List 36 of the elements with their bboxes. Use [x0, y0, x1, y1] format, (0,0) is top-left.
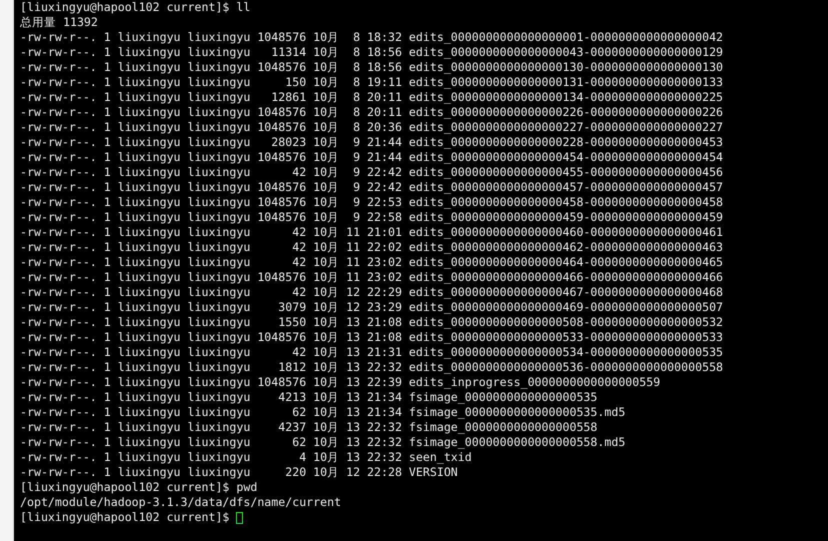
- text-cursor: [236, 512, 244, 524]
- output-line: -rw-rw-r--. 1 liuxingyu liuxingyu 1048576 10月 8 20:36 edits_0000000000000000227-0000000000000000227: [20, 120, 724, 135]
- output-line: /opt/module/hadoop-3.1.3/data/dfs/name/current: [20, 495, 342, 510]
- output-line: -rw-rw-r--. 1 liuxingyu liuxingyu 11314 10月 8 18:56 edits_0000000000000000043-0000000000000000129: [20, 45, 724, 60]
- output-line: -rw-rw-r--. 1 liuxingyu liuxingyu 150 10月 8 19:11 edits_0000000000000000131-0000000000000000133: [20, 75, 724, 90]
- output-line: -rw-rw-r--. 1 liuxingyu liuxingyu 1048576 10月 9 22:42 edits_0000000000000000457-0000000000000000457: [20, 180, 724, 195]
- output-line: -rw-rw-r--. 1 liuxingyu liuxingyu 42 10月 11 23:02 edits_0000000000000000464-0000000000000000465: [20, 255, 724, 270]
- output-line: -rw-rw-r--. 1 liuxingyu liuxingyu 1048576 10月 8 18:32 edits_0000000000000000001-0000000000000000042: [20, 30, 724, 45]
- output-line: -rw-rw-r--. 1 liuxingyu liuxingyu 1048576 10月 8 18:56 edits_0000000000000000130-0000000000000000130: [20, 60, 724, 75]
- output-line: -rw-rw-r--. 1 liuxingyu liuxingyu 42 10月 11 22:02 edits_0000000000000000462-0000000000000000463: [20, 240, 724, 255]
- output-line: -rw-rw-r--. 1 liuxingyu liuxingyu 1048576 10月 9 22:53 edits_0000000000000000458-0000000000000000458: [20, 195, 724, 210]
- output-line: -rw-rw-r--. 1 liuxingyu liuxingyu 3079 10月 12 23:29 edits_0000000000000000469-0000000000000000507: [20, 300, 724, 315]
- output-line: -rw-rw-r--. 1 liuxingyu liuxingyu 1812 10月 13 22:32 edits_0000000000000000536-0000000000000000558: [20, 360, 724, 375]
- output-line: -rw-rw-r--. 1 liuxingyu liuxingyu 62 10月 13 21:34 fsimage_0000000000000000535.md5: [20, 405, 626, 420]
- output-line: -rw-rw-r--. 1 liuxingyu liuxingyu 1048576 10月 9 22:58 edits_0000000000000000459-0000000000000000459: [20, 210, 724, 225]
- output-line: -rw-rw-r--. 1 liuxingyu liuxingyu 1048576 10月 9 21:44 edits_0000000000000000454-0000000000000000454: [20, 150, 724, 165]
- output-line: -rw-rw-r--. 1 liuxingyu liuxingyu 4213 10月 13 21:34 fsimage_0000000000000000535: [20, 390, 598, 405]
- output-line: -rw-rw-r--. 1 liuxingyu liuxingyu 1550 10月 13 21:08 edits_0000000000000000508-0000000000000000532: [20, 315, 724, 330]
- command-line: [liuxingyu@hapool102 current]$ pwd: [20, 480, 258, 495]
- output-line: -rw-rw-r--. 1 liuxingyu liuxingyu 42 10月 11 21:01 edits_0000000000000000460-0000000000000000461: [20, 225, 724, 240]
- command-line: [liuxingyu@hapool102 current]$ ll: [20, 0, 250, 15]
- output-line: -rw-rw-r--. 1 liuxingyu liuxingyu 1048576 10月 11 23:02 edits_0000000000000000466-0000000000000000466: [20, 270, 724, 285]
- output-line: -rw-rw-r--. 1 liuxingyu liuxingyu 28023 10月 9 21:44 edits_0000000000000000228-0000000000000000453: [20, 135, 724, 150]
- output-line: -rw-rw-r--. 1 liuxingyu liuxingyu 1048576 10月 13 22:39 edits_inprogress_0000000000000000559: [20, 375, 660, 390]
- output-line: -rw-rw-r--. 1 liuxingyu liuxingyu 62 10月 13 22:32 fsimage_0000000000000000558.md5: [20, 435, 626, 450]
- output-line: -rw-rw-r--. 1 liuxingyu liuxingyu 1048576 10月 8 20:11 edits_0000000000000000226-0000000000000000226: [20, 105, 724, 120]
- output-line: -rw-rw-r--. 1 liuxingyu liuxingyu 4 10月 13 22:32 seen_txid: [20, 450, 472, 465]
- output-line: -rw-rw-r--. 1 liuxingyu liuxingyu 12861 10月 8 20:11 edits_0000000000000000134-0000000000000000225: [20, 90, 724, 105]
- output-line: -rw-rw-r--. 1 liuxingyu liuxingyu 42 10月 13 21:31 edits_0000000000000000534-0000000000000000535: [20, 345, 724, 360]
- output-line: -rw-rw-r--. 1 liuxingyu liuxingyu 1048576 10月 13 21:08 edits_0000000000000000533-0000000000000000533: [20, 330, 724, 345]
- output-line: -rw-rw-r--. 1 liuxingyu liuxingyu 4237 10月 13 22:32 fsimage_0000000000000000558: [20, 420, 598, 435]
- prompt-text: [liuxingyu@hapool102 current]$: [20, 510, 230, 525]
- output-line: -rw-rw-r--. 1 liuxingyu liuxingyu 42 10月 9 22:42 edits_0000000000000000455-0000000000000000456: [20, 165, 724, 180]
- output-line: -rw-rw-r--. 1 liuxingyu liuxingyu 42 10月 12 22:29 edits_0000000000000000467-0000000000000000468: [20, 285, 724, 300]
- output-line: -rw-rw-r--. 1 liuxingyu liuxingyu 220 10月 12 22:28 VERSION: [20, 465, 458, 480]
- output-line: 总用量 11392: [20, 15, 98, 30]
